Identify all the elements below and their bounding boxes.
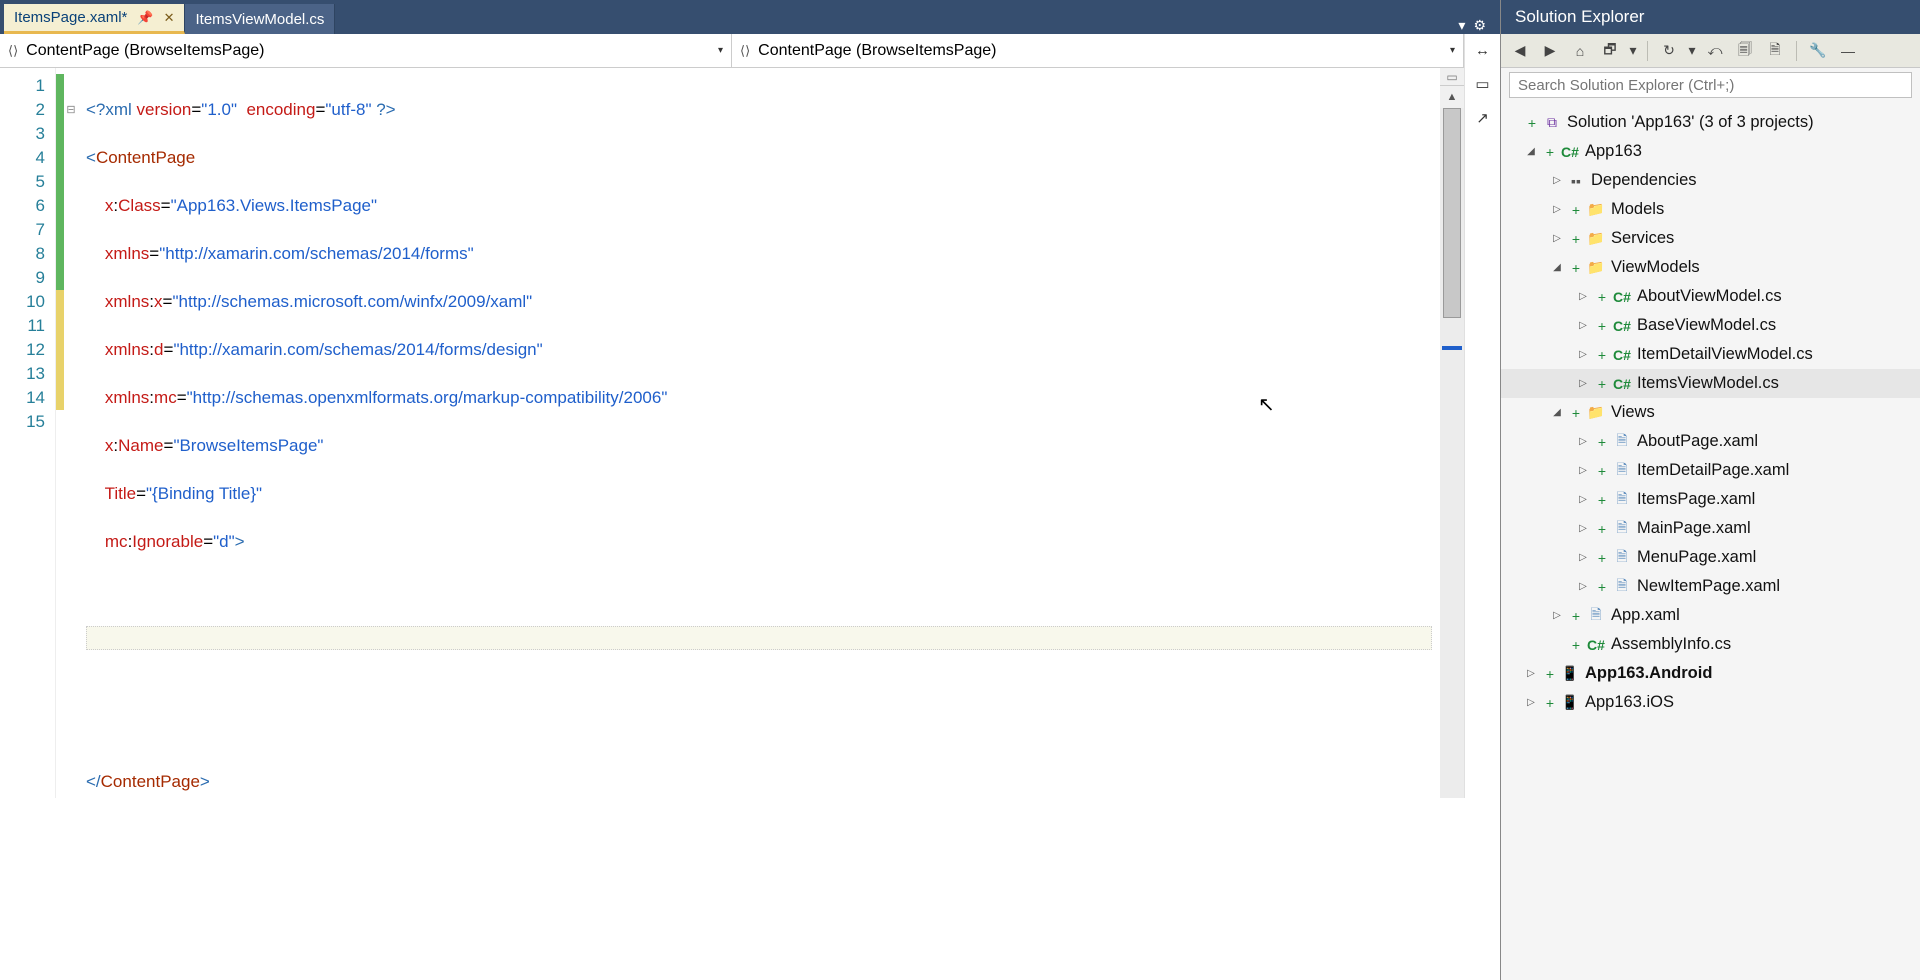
popout-icon[interactable]: ↗ — [1476, 109, 1489, 127]
show-all-icon[interactable]: 🗐 — [1732, 39, 1758, 63]
file-app-xaml[interactable]: +🗎App.xaml — [1501, 601, 1920, 630]
split-handle-icon[interactable]: ▭ — [1440, 68, 1464, 86]
solution-node[interactable]: +⧉Solution 'App163' (3 of 3 projects) — [1501, 108, 1920, 137]
file-itemspage-xaml[interactable]: +🗎ItemsPage.xaml — [1501, 485, 1920, 514]
file-assemblyinfo[interactable]: +C#AssemblyInfo.cs — [1501, 630, 1920, 659]
file-itemdetailviewmodel[interactable]: +C#ItemDetailViewModel.cs — [1501, 340, 1920, 369]
vertical-scrollbar[interactable]: ▭ ▲ — [1440, 68, 1464, 798]
gear-icon[interactable]: ⚙ — [1473, 17, 1486, 34]
nav-forward-icon[interactable]: ▶ — [1537, 39, 1563, 63]
separator — [1796, 41, 1797, 61]
member-label: ContentPage (BrowseItemsPage) — [758, 42, 996, 59]
folding-margin[interactable]: ⊟ — [64, 68, 78, 798]
chevron-down-icon: ▾ — [718, 45, 723, 56]
refresh-icon[interactable]: ↻ — [1656, 39, 1682, 63]
chevron-down-icon[interactable]: ▾ — [1686, 39, 1698, 63]
folder-views[interactable]: +📁Views — [1501, 398, 1920, 427]
solution-explorer: Solution Explorer ◀ ▶ ⌂ 🗗 ▾ ↻ ▾ ⤺ 🗐 🗎 🔧 … — [1500, 0, 1920, 980]
project-node-android[interactable]: +📱App163.Android — [1501, 659, 1920, 688]
chevron-down-icon: ▾ — [1450, 45, 1455, 56]
pin-icon[interactable]: 📌 — [137, 10, 153, 26]
file-itemsviewmodel[interactable]: +C#ItemsViewModel.cs — [1501, 369, 1920, 398]
solution-tree[interactable]: +⧉Solution 'App163' (3 of 3 projects) +C… — [1501, 102, 1920, 980]
home-icon[interactable]: ⌂ — [1567, 39, 1593, 63]
file-mainpage-xaml[interactable]: +🗎MainPage.xaml — [1501, 514, 1920, 543]
nav-back-icon[interactable]: ◀ — [1507, 39, 1533, 63]
document-tabs: ItemsPage.xaml* 📌 ✕ ItemsViewModel.cs ▾ … — [0, 0, 1500, 34]
file-itemdetailpage-xaml[interactable]: +🗎ItemDetailPage.xaml — [1501, 456, 1920, 485]
fold-toggle-icon[interactable]: ⊟ — [64, 98, 78, 122]
scroll-track[interactable] — [1440, 108, 1464, 798]
folder-models[interactable]: +📁Models — [1501, 195, 1920, 224]
file-newitempage-xaml[interactable]: +🗎NewItemPage.xaml — [1501, 572, 1920, 601]
exchange-icon[interactable]: ↔ — [1475, 42, 1490, 59]
member-dropdown[interactable]: ⟨⟩ ContentPage (BrowseItemsPage) ▾ — [732, 34, 1464, 67]
se-search — [1501, 68, 1920, 102]
file-baseviewmodel[interactable]: +C#BaseViewModel.cs — [1501, 311, 1920, 340]
code-editor[interactable]: 123456789101112131415 ⊟ <?xml version="1… — [0, 68, 1464, 798]
switch-view-icon[interactable]: 🗗 — [1597, 39, 1623, 63]
search-input[interactable] — [1509, 72, 1912, 98]
more-icon[interactable]: — — [1835, 39, 1861, 63]
project-node-app163[interactable]: +C#App163 — [1501, 137, 1920, 166]
tab-label: ItemsViewModel.cs — [195, 11, 324, 28]
folder-services[interactable]: +📁Services — [1501, 224, 1920, 253]
type-label: ContentPage (BrowseItemsPage) — [26, 42, 264, 59]
editor-side-buttons: ↔ ▭ ↗ — [1464, 34, 1500, 798]
code-icon: ⟨⟩ — [740, 43, 750, 58]
code-content[interactable]: <?xml version="1.0" encoding="utf-8" ?> … — [78, 68, 1440, 798]
tab-itemsviewmodel-cs[interactable]: ItemsViewModel.cs — [185, 4, 335, 34]
properties-icon[interactable]: 🗎 — [1762, 39, 1788, 63]
scroll-up-icon[interactable]: ▲ — [1440, 86, 1464, 108]
chevron-down-icon[interactable]: ▾ — [1627, 39, 1639, 63]
file-menupage-xaml[interactable]: +🗎MenuPage.xaml — [1501, 543, 1920, 572]
tab-dropdown-icon[interactable]: ▾ — [1458, 17, 1465, 34]
caret-marker — [1442, 346, 1462, 350]
tab-label: ItemsPage.xaml* — [14, 9, 127, 26]
type-dropdown[interactable]: ⟨⟩ ContentPage (BrowseItemsPage) ▾ — [0, 34, 732, 67]
wrench-icon[interactable]: 🔧 — [1805, 39, 1831, 63]
separator — [1647, 41, 1648, 61]
expand-icon[interactable]: ▭ — [1475, 75, 1489, 93]
collapse-icon[interactable]: ⤺ — [1702, 39, 1728, 63]
change-indicator — [56, 68, 64, 798]
project-node-ios[interactable]: +📱App163.iOS — [1501, 688, 1920, 717]
line-numbers: 123456789101112131415 — [0, 68, 56, 798]
folder-viewmodels[interactable]: +📁ViewModels — [1501, 253, 1920, 282]
navigation-bar: ⟨⟩ ContentPage (BrowseItemsPage) ▾ ⟨⟩ Cont… — [0, 34, 1464, 68]
scroll-thumb[interactable] — [1443, 108, 1461, 318]
panel-title: Solution Explorer — [1501, 0, 1920, 34]
code-icon: ⟨⟩ — [8, 43, 18, 58]
file-aboutpage-xaml[interactable]: +🗎AboutPage.xaml — [1501, 427, 1920, 456]
close-icon[interactable]: ✕ — [164, 10, 175, 26]
file-aboutviewmodel[interactable]: +C#AboutViewModel.cs — [1501, 282, 1920, 311]
dependencies-node[interactable]: ▪▪Dependencies — [1501, 166, 1920, 195]
tab-itemspage-xaml[interactable]: ItemsPage.xaml* 📌 ✕ — [4, 4, 185, 34]
tab-extras: ▾ ⚙ — [1458, 17, 1500, 34]
se-toolbar: ◀ ▶ ⌂ 🗗 ▾ ↻ ▾ ⤺ 🗐 🗎 🔧 — — [1501, 34, 1920, 68]
